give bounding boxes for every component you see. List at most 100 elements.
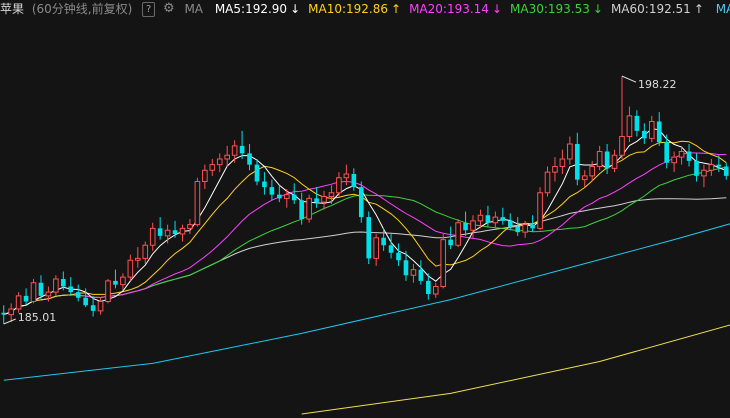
help-icon[interactable]: ? [142, 2, 156, 17]
candle-body [247, 153, 252, 165]
candle-body [179, 227, 186, 235]
candle-body [530, 224, 535, 229]
candle-body [604, 151, 610, 169]
ma-value: MA20:193.14 [409, 2, 489, 16]
candle-body [426, 280, 431, 294]
candle-body [68, 286, 74, 293]
period-label: (60分钟线,前复权) [31, 2, 133, 16]
candle-body [373, 237, 379, 259]
candle-body [38, 282, 44, 296]
candle-body [552, 166, 558, 173]
candle-body [515, 226, 521, 233]
candle-body [216, 158, 223, 166]
candle-body [596, 151, 603, 167]
candle-body [463, 222, 468, 231]
candle-body [470, 220, 476, 231]
ma-value: MA5:192.90 [214, 2, 288, 16]
ma-line-ma5 [3, 128, 727, 316]
candle-body [537, 192, 543, 229]
max-price-label: 198.22 [638, 78, 677, 91]
candle-body [291, 194, 297, 201]
candle-body [328, 192, 335, 197]
candle-body [619, 136, 625, 156]
candle-body [254, 164, 260, 182]
ma-line-ma20 [3, 152, 727, 316]
ma-settings-link[interactable]: MA设置均线 [716, 0, 730, 18]
candle-body [45, 291, 52, 297]
candle-body [581, 175, 588, 181]
kline-chart[interactable]: 198.22 185.01 [0, 18, 730, 418]
candle-body [343, 173, 350, 179]
ma-value: MA60:192.51 [610, 2, 691, 16]
candle-body [113, 280, 118, 285]
ma-legend-ma30: MA30:193.53 ↓ [510, 0, 603, 18]
chart-header: 苹果 (60分钟线,前复权) ? ⚙ MA MA5:192.90 ↓ MA10:19… [0, 0, 730, 18]
candle-body [15, 295, 22, 310]
candle-body [202, 169, 208, 182]
candle-body [678, 151, 685, 158]
candle-body [23, 295, 29, 302]
ma-value: MA10:192.86 [308, 2, 388, 16]
candle-body [336, 177, 342, 194]
ma-line-ma10 [3, 140, 727, 316]
trend-arrow-icon: ↓ [592, 2, 603, 16]
candle-body [149, 227, 156, 246]
candle-body [239, 145, 245, 154]
candle-body [224, 154, 231, 160]
candle-body [61, 279, 66, 287]
ma-line-ma60 [3, 197, 727, 316]
candle-body [544, 171, 551, 194]
ma-legend-ma10: MA10:192.86 ↑ [308, 0, 401, 18]
candle-body [723, 166, 729, 176]
ma-list: MA5:192.90 ↓ MA10:192.86 ↑ MA20:193.14 ↓ MA30:… [215, 0, 712, 18]
candle-body [351, 174, 357, 188]
candle-body [262, 181, 267, 188]
candle-body [664, 142, 669, 163]
candle-body [388, 245, 394, 253]
ma-legend-ma20: MA20:193.14 ↓ [409, 0, 502, 18]
candle-body [381, 237, 386, 246]
candle-body [75, 292, 81, 298]
gear-icon[interactable]: ⚙ [163, 0, 175, 18]
candle-body [306, 197, 312, 220]
candle-body [440, 239, 447, 287]
candle-body [492, 216, 499, 224]
candle-body [500, 217, 506, 221]
candle-body [642, 130, 647, 139]
candle-body [567, 143, 573, 160]
candle-body [321, 196, 327, 203]
candle-body [589, 166, 596, 177]
candle-body [507, 220, 513, 227]
candle-body [634, 115, 640, 131]
trend-arrow-icon: ↓ [491, 2, 502, 16]
candle-body [105, 280, 111, 302]
candle-body [574, 144, 580, 180]
candle-body [485, 215, 491, 223]
candle-body [142, 244, 149, 259]
candle-body [410, 269, 417, 276]
ma-legend-ma5: MA5:192.90 ↓ [215, 0, 300, 18]
candle-body [314, 198, 319, 203]
stock-name[interactable]: 苹果 [0, 0, 24, 18]
candle-body [53, 278, 59, 293]
candle-body [209, 164, 216, 171]
min-pointer [3, 318, 16, 325]
candle-body [611, 154, 618, 169]
candle-body [172, 230, 178, 234]
candle-body [694, 160, 699, 176]
candle-body [1, 312, 7, 315]
candle-body [626, 115, 633, 137]
candle-body [396, 252, 401, 261]
trend-arrow-icon: ↑ [693, 2, 704, 16]
candle-body [277, 194, 282, 199]
candle-body [187, 224, 193, 229]
candle-body [231, 145, 238, 156]
ma-legend-ma60: MA60:192.51 ↑ [611, 0, 704, 18]
candle-body [708, 164, 715, 171]
candle-body [559, 158, 566, 167]
ma-tag[interactable]: MA [184, 0, 203, 18]
candle-body [648, 121, 655, 139]
ma-line-ma250 [301, 324, 730, 415]
ma-line-ma30 [3, 166, 727, 316]
candle-body [194, 181, 201, 226]
